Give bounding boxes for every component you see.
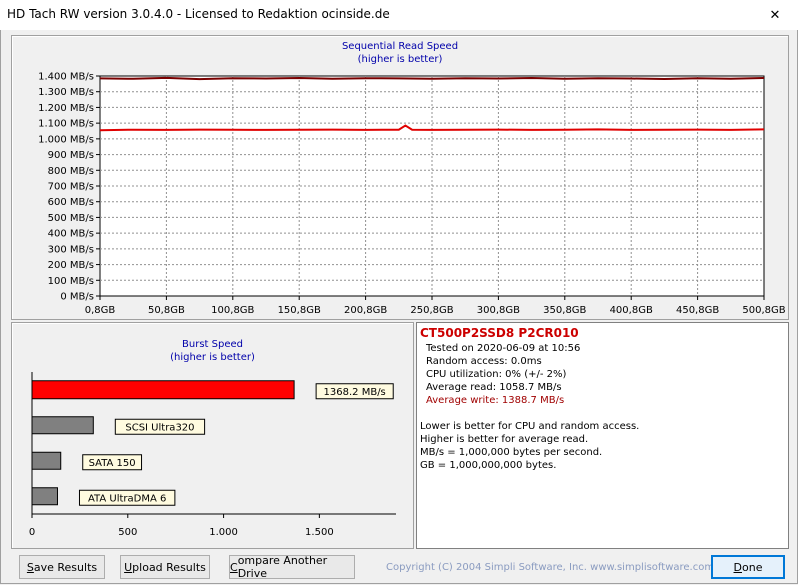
save-results-mnemonic: S: [26, 560, 34, 574]
note-gb-unit: GB = 1,000,000,000 bytes.: [420, 460, 557, 471]
seq-chart-subtitle: (higher is better): [357, 54, 443, 65]
close-icon: ✕: [769, 7, 781, 23]
burst-speed-panel: Burst Speed (higher is better): [11, 322, 414, 549]
seq-chart-title-text: Sequential Read Speed: [341, 41, 459, 52]
burst-chart-subtitle: (higher is better): [170, 352, 255, 363]
drive-name: CT500P2SSD8 P2CR010: [420, 326, 579, 340]
compare-drive-mnemonic: C: [230, 560, 238, 574]
note-mbs-unit: MB/s = 1,000,000 bytes per second.: [420, 447, 603, 458]
save-results-label: ave Results: [33, 560, 98, 574]
seq-chart-title: Sequential Read Speed (higher is better): [12, 40, 788, 66]
window-title: HD Tach RW version 3.0.4.0 - Licensed to…: [7, 7, 390, 21]
upload-results-label: pload Results: [132, 560, 206, 574]
save-results-button[interactable]: Save Results: [19, 555, 105, 579]
average-write: Average write: 1388.7 MB/s: [426, 395, 565, 406]
burst-chart-title-text: Burst Speed: [182, 339, 243, 350]
burst-chart-title: Burst Speed (higher is better): [12, 338, 413, 364]
compare-drive-button[interactable]: Compare Another Drive: [229, 554, 355, 580]
tested-date: Tested on 2020-06-09 at 10:56: [426, 343, 581, 354]
average-read: Average read: 1058.7 MB/s: [426, 382, 562, 393]
copyright-text: Copyright (C) 2004 Simpli Software, Inc.…: [386, 562, 715, 573]
random-access: Random access: 0.0ms: [426, 356, 542, 367]
sequential-read-panel: Sequential Read Speed (higher is better): [11, 35, 789, 320]
note-average-read: Higher is better for average read.: [420, 434, 589, 445]
compare-drive-label: ompare Another Drive: [237, 554, 328, 580]
done-label: one: [742, 560, 763, 574]
close-button[interactable]: ✕: [752, 0, 798, 30]
note-cpu-random: Lower is better for CPU and random acces…: [420, 421, 640, 432]
results-panel: CT500P2SSD8 P2CR010 Tested on 2020-06-09…: [416, 322, 789, 549]
upload-results-mnemonic: U: [124, 560, 133, 574]
done-mnemonic: D: [733, 560, 742, 574]
done-button[interactable]: Done: [711, 555, 785, 579]
title-bar: HD Tach RW version 3.0.4.0 - Licensed to…: [0, 0, 798, 30]
upload-results-button[interactable]: Upload Results: [120, 555, 210, 579]
cpu-utilization: CPU utilization: 0% (+/- 2%): [426, 369, 567, 380]
